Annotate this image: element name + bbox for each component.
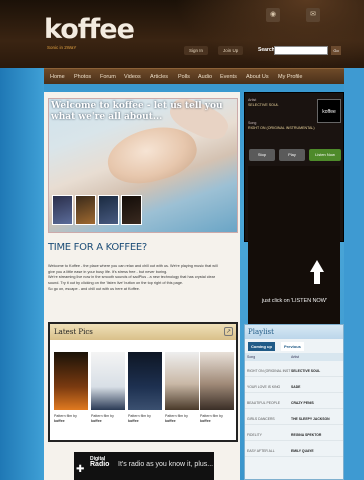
latest-pic-caption: Pattern film by koffee (165, 414, 199, 424)
caption-author[interactable]: koffee (128, 419, 139, 423)
playlist-song: GIRLS DANCERS (247, 417, 275, 421)
playlist-artist: REGINA SPEKTOR (291, 433, 322, 437)
playlist-column-headers: Song Artist (245, 353, 343, 361)
plus-icon: ✚ (76, 464, 85, 475)
arrow-stem (314, 272, 320, 284)
playlist-row[interactable]: FIDELITY REGINA SPEKTOR (245, 429, 343, 441)
section-title: TIME FOR A KOFFEE? (48, 242, 147, 253)
intro-line: Welcome to Koffee - the place where you … (48, 264, 218, 268)
stop-button[interactable]: Stop (249, 149, 275, 161)
digital-radio-logo: Digital Radio (90, 456, 109, 468)
join-up-button[interactable]: Join Up (218, 46, 244, 55)
site-logo[interactable]: koffee (44, 14, 135, 45)
latest-pic-thumbnail[interactable] (91, 352, 125, 410)
playlist-artist: THE SLEEPY JACKSON (291, 417, 330, 421)
search-label: Search (258, 47, 275, 53)
latest-pic-caption: Pattern film by koffee (91, 414, 125, 424)
latest-pic-caption: Pattern film by koffee (200, 414, 234, 424)
digital-radio-banner[interactable]: ✚ Digital Radio It's radio as you know it… (74, 452, 214, 480)
hero-thumbnail[interactable] (98, 195, 119, 225)
page: koffee Sonic in 2WaY ◉ ✉ Sign In Join Up… (0, 0, 364, 480)
hero-thumbnail[interactable] (75, 195, 96, 225)
hero-thumbnails (52, 195, 142, 225)
rss-icon[interactable]: ◉ (266, 8, 280, 22)
caption-author[interactable]: koffee (200, 419, 211, 423)
nav-item-videos[interactable]: Videos (120, 69, 145, 85)
search-button[interactable]: Go (331, 46, 341, 55)
playlist-artist: CRAZY PENIS (291, 401, 314, 405)
share-icon[interactable]: ✉ (306, 8, 320, 22)
caption-author[interactable]: koffee (54, 419, 65, 423)
latest-pics-title: Latest Pics (50, 324, 236, 340)
playlist-row[interactable]: YOUR LOVE IS KING SADE (245, 381, 343, 393)
nav-item-audio[interactable]: Audio (194, 69, 216, 85)
playlist-song: YOUR LOVE IS KING (247, 385, 281, 389)
playlist-panel: Playlist Coming up Previous Song Artist … (244, 324, 344, 480)
left-background (0, 68, 44, 480)
playlist-song: RIGHT ON (ORIGINAL INST (247, 369, 291, 373)
playlist-row[interactable]: EASY AFTER ALL EMILY QUAYE (245, 445, 343, 457)
latest-pic-caption: Pattern film by koffee (128, 414, 162, 424)
listen-now-button[interactable]: Listen Now (309, 149, 341, 161)
digital-radio-tagline: It's radio as you know it, plus... (118, 461, 214, 468)
nav-item-articles[interactable]: Articles (146, 69, 172, 85)
hero-title: Welcome to koffee - let us tell you what… (51, 101, 223, 122)
sign-in-button[interactable]: Sign In (184, 46, 209, 55)
hero-banner[interactable]: Welcome to koffee - let us tell you what… (48, 98, 238, 233)
nav-item-events[interactable]: Events (216, 69, 241, 85)
playlist-title: Playlist (245, 325, 343, 339)
playlist-artist: SADE (291, 385, 301, 389)
nav-item-my-profile[interactable]: My Profile (274, 69, 306, 85)
arrow-up-icon (310, 260, 324, 272)
column-song: Song (247, 355, 256, 359)
artist-value: SELECTIVE SOUL (248, 103, 279, 107)
playlist-row[interactable]: RIGHT ON (ORIGINAL INST SELECTIVE SOUL (245, 365, 343, 377)
right-background (344, 68, 364, 480)
nav-item-photos[interactable]: Photos (70, 69, 95, 85)
tab-previous[interactable]: Previous (281, 342, 304, 351)
latest-pic-thumbnail[interactable] (165, 352, 199, 410)
play-button[interactable]: Play (279, 149, 305, 161)
playlist-row[interactable]: GIRLS DANCERS THE SLEEPY JACKSON (245, 413, 343, 425)
sidebar: Artist SELECTIVE SOUL Song RIGHT ON (ORI… (244, 92, 344, 480)
latest-pic-thumbnail[interactable] (200, 352, 234, 410)
digital-radio-logo-bottom: Radio (90, 461, 110, 468)
playlist-artist: EMILY QUAYE (291, 449, 314, 453)
nav-item-about-us[interactable]: About Us (242, 69, 273, 85)
main-nav: Home Photos Forum Videos Articles Polls … (44, 68, 344, 84)
intro-text: Welcome to Koffee - the place where you … (48, 264, 238, 293)
header: koffee Sonic in 2WaY ◉ ✉ Sign In Join Up… (0, 0, 364, 68)
hero-thumbnail[interactable] (52, 195, 73, 225)
nav-item-home[interactable]: Home (46, 69, 69, 85)
latest-pic-thumbnail[interactable] (128, 352, 162, 410)
latest-pic-thumbnail[interactable] (54, 352, 88, 410)
tab-coming-up[interactable]: Coming up (248, 342, 275, 351)
intro-line: So go on, escape - and chill out with us… (48, 286, 140, 291)
header-icons: ◉ ✉ (266, 8, 340, 24)
song-value: RIGHT ON (ORIGINAL INSTRUMENTAL) (248, 126, 315, 130)
nav-item-forum[interactable]: Forum (96, 69, 120, 85)
main-content: Welcome to koffee - let us tell you what… (44, 92, 240, 480)
playlist-row[interactable]: BEAUTIFUL PEOPLE CRAZY PENIS (245, 397, 343, 409)
logo-tagline: Sonic in 2WaY (47, 45, 77, 50)
playlist-artist: SELECTIVE SOUL (291, 369, 321, 373)
nav-item-polls[interactable]: Polls (174, 69, 194, 85)
hero-thumbnail[interactable] (121, 195, 142, 225)
album-thumbnail: koffee (317, 99, 341, 123)
playlist-song: BEAUTIFUL PEOPLE (247, 401, 281, 405)
latest-pics-panel: Latest Pics ↗ Pattern film by koffee Patt… (48, 322, 238, 442)
latest-pic-caption: Pattern film by koffee (54, 414, 88, 424)
caption-author[interactable]: koffee (165, 419, 176, 423)
search-input[interactable] (274, 46, 328, 55)
column-artist: Artist (291, 355, 299, 359)
caption-author[interactable]: koffee (91, 419, 102, 423)
playlist-song: FIDELITY (247, 433, 262, 437)
share-icon[interactable]: ↗ (224, 327, 233, 336)
listen-now-instruction: just click on 'LISTEN NOW' (262, 298, 327, 304)
playlist-song: EASY AFTER ALL (247, 449, 275, 453)
